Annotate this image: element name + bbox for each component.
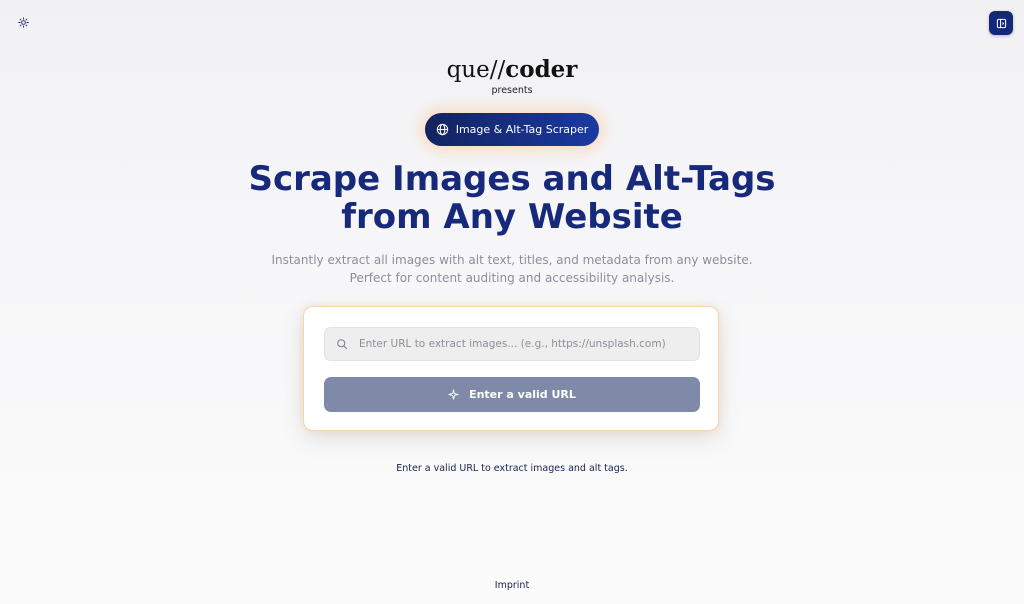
url-input[interactable] xyxy=(357,337,681,351)
brand-logo: que//coder xyxy=(0,56,1024,84)
hero-title: Scrape Images and Alt-Tags from Any Webs… xyxy=(0,160,1024,236)
tool-badge: Image & Alt-Tag Scraper xyxy=(425,113,599,146)
extract-button[interactable]: Enter a valid URL xyxy=(324,377,700,412)
search-icon xyxy=(337,339,348,350)
brand-suffix: coder xyxy=(505,56,578,83)
sidebar-toggle-button[interactable] xyxy=(989,11,1013,35)
panel-toggle-icon xyxy=(996,18,1006,28)
badge-label: Image & Alt-Tag Scraper xyxy=(455,123,589,136)
extract-button-label: Enter a valid URL xyxy=(469,388,576,401)
brand-prefix: que// xyxy=(446,57,506,83)
imprint-link[interactable]: Imprint xyxy=(495,580,529,591)
hero-subtitle-line2: Perfect for content auditing and accessi… xyxy=(349,271,675,285)
helper-text: Enter a valid URL to extract images and … xyxy=(396,463,628,474)
hero-subtitle-line1: Instantly extract all images with alt te… xyxy=(271,253,753,267)
hero-title-line1: Scrape Images and Alt-Tags xyxy=(248,159,776,199)
hero-title-line2: from Any Website xyxy=(341,197,683,237)
hero-subtitle: Instantly extract all images with alt te… xyxy=(0,251,1024,287)
sparkle-icon xyxy=(448,389,459,400)
theme-toggle-button[interactable] xyxy=(16,15,30,29)
url-input-wrapper[interactable] xyxy=(324,327,700,361)
sun-icon xyxy=(17,16,29,28)
brand-presents: presents xyxy=(491,85,533,96)
scrape-form-card: Enter a valid URL xyxy=(303,306,719,431)
globe-icon xyxy=(436,123,448,136)
footer: Imprint xyxy=(0,580,1024,591)
